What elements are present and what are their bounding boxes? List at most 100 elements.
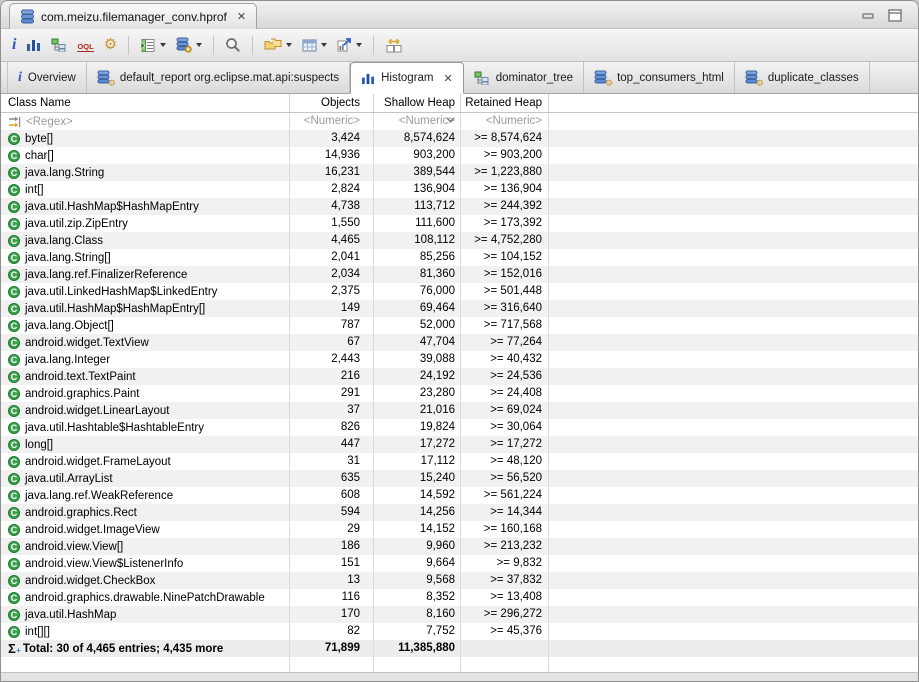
shallow-heap-cell: 8,160 xyxy=(374,606,461,623)
table-row[interactable]: C java.lang.String[] 2,041 85,256 >= 104… xyxy=(1,249,918,266)
tab-duplicate-classes[interactable]: ⚙ duplicate_classes xyxy=(735,62,870,93)
column-header-shallow-heap[interactable]: Shallow Heap xyxy=(374,94,461,112)
table-row[interactable]: C android.view.View[] 186 9,960 >= 213,2… xyxy=(1,538,918,555)
table-row[interactable]: C android.graphics.Paint 291 23,280 >= 2… xyxy=(1,385,918,402)
close-icon[interactable]: ✕ xyxy=(237,10,246,23)
table-row[interactable]: C android.text.TextPaint 216 24,192 >= 2… xyxy=(1,368,918,385)
class-icon: C xyxy=(8,184,20,196)
retained-heap-cell: >= 24,536 xyxy=(461,368,549,385)
class-name-cell-text: android.widget.TextView xyxy=(25,335,149,351)
numeric-filter-input[interactable]: <Numeric> xyxy=(290,113,374,130)
export-button[interactable] xyxy=(336,33,363,57)
table-row[interactable]: C android.widget.LinearLayout 37 21,016 … xyxy=(1,402,918,419)
table-row[interactable]: C java.util.Hashtable$HashtableEntry 826… xyxy=(1,419,918,436)
retained-heap-cell: >= 17,272 xyxy=(461,436,549,453)
shallow-heap-cell: 14,592 xyxy=(374,487,461,504)
retained-heap-cell: >= 30,064 xyxy=(461,419,549,436)
table-row[interactable]: C android.view.View$ListenerInfo 151 9,6… xyxy=(1,555,918,572)
objects-cell: 594 xyxy=(290,504,374,521)
table-row[interactable]: C android.graphics.Rect 594 14,256 >= 14… xyxy=(1,504,918,521)
numeric-filter-input[interactable]: <Numeric> xyxy=(461,113,549,130)
compare-button[interactable] xyxy=(384,33,404,57)
table-row[interactable]: C android.graphics.drawable.NinePatchDra… xyxy=(1,589,918,606)
class-name-cell-text: android.view.View[] xyxy=(25,539,123,555)
objects-cell: 31 xyxy=(290,453,374,470)
tab-label: Overview xyxy=(28,72,76,84)
table-row[interactable]: C byte[] 3,424 8,574,624 >= 8,574,624 xyxy=(1,130,918,147)
column-header-objects[interactable]: Objects xyxy=(290,94,374,112)
settings-button[interactable]: ⚙ xyxy=(103,33,118,57)
table-row[interactable]: C char[] 14,936 903,200 >= 903,200 xyxy=(1,147,918,164)
table-row[interactable]: C java.util.ArrayList 635 15,240 >= 56,5… xyxy=(1,470,918,487)
column-header-retained-heap[interactable]: Retained Heap xyxy=(461,94,549,112)
regex-filter-input[interactable]: <Regex> xyxy=(26,114,73,130)
close-icon[interactable]: ✕ xyxy=(444,72,453,85)
table-row[interactable]: C android.widget.CheckBox 13 9,568 >= 37… xyxy=(1,572,918,589)
table-row[interactable]: C java.util.HashMap$HashMapEntry[] 149 6… xyxy=(1,300,918,317)
calculator-button[interactable] xyxy=(301,33,328,57)
table-row[interactable]: C android.widget.TextView 67 47,704 >= 7… xyxy=(1,334,918,351)
shallow-heap-cell: 69,464 xyxy=(374,300,461,317)
table-row[interactable]: C java.lang.Object[] 787 52,000 >= 717,5… xyxy=(1,317,918,334)
table-row[interactable]: C java.lang.ref.FinalizerReference 2,034… xyxy=(1,266,918,283)
table-row[interactable]: C java.lang.ref.WeakReference 608 14,592… xyxy=(1,487,918,504)
objects-cell: 447 xyxy=(290,436,374,453)
table-row[interactable]: C java.lang.Class 4,465 108,112 >= 4,752… xyxy=(1,232,918,249)
oql-button[interactable]: OQL xyxy=(76,33,94,57)
class-icon: C xyxy=(8,354,20,366)
heap-actions-button[interactable] xyxy=(175,33,203,57)
minimize-icon[interactable] xyxy=(862,11,875,21)
dominator-tree-button[interactable] xyxy=(50,33,68,57)
retained-heap-cell: >= 173,392 xyxy=(461,215,549,232)
table-row[interactable]: C int[][] 82 7,752 >= 45,376 xyxy=(1,623,918,640)
query-browser-icon xyxy=(140,38,156,53)
class-name-cell-text: byte[] xyxy=(25,131,53,147)
table-row[interactable]: C int[] 2,824 136,904 >= 136,904 xyxy=(1,181,918,198)
view-tab-bar: i Overview ⚙ default_report org.eclipse.… xyxy=(1,62,918,94)
retained-heap-cell: >= 13,408 xyxy=(461,589,549,606)
table-row[interactable]: C java.lang.String 16,231 389,544 >= 1,2… xyxy=(1,164,918,181)
class-name-cell-text: android.view.View$ListenerInfo xyxy=(25,556,183,572)
table-row[interactable]: C java.lang.Integer 2,443 39,088 >= 40,4… xyxy=(1,351,918,368)
class-name-cell-text: long[] xyxy=(25,437,53,453)
tab-dominator-tree[interactable]: dominator_tree xyxy=(464,62,584,93)
table-row[interactable]: C java.util.zip.ZipEntry 1,550 111,600 >… xyxy=(1,215,918,232)
maximize-icon[interactable] xyxy=(888,9,902,22)
table-row[interactable]: C long[] 447 17,272 >= 17,272 xyxy=(1,436,918,453)
dominator-tree-icon xyxy=(474,71,490,85)
filter-icon xyxy=(8,116,21,128)
info-button[interactable]: i xyxy=(11,33,17,57)
total-retained-heap xyxy=(461,640,549,657)
numeric-filter-input[interactable]: <Numeric> xyxy=(374,113,461,130)
histogram-button[interactable] xyxy=(25,33,42,57)
tab-histogram[interactable]: Histogram ✕ xyxy=(350,62,464,94)
retained-heap-cell: >= 160,168 xyxy=(461,521,549,538)
class-name-cell-text: java.util.HashMap$HashMapEntry xyxy=(25,199,199,215)
grouping-button[interactable] xyxy=(263,33,293,57)
class-name-cell-text: android.text.TextPaint xyxy=(25,369,136,385)
shallow-heap-cell: 47,704 xyxy=(374,334,461,351)
column-header-class-name[interactable]: Class Name xyxy=(1,94,290,112)
toolbar-separator xyxy=(373,36,374,55)
class-icon: C xyxy=(8,541,20,553)
objects-cell: 787 xyxy=(290,317,374,334)
histogram-table: Class Name Objects Shallow Heap Retained… xyxy=(1,94,918,681)
class-icon: C xyxy=(8,303,20,315)
table-header: Class Name Objects Shallow Heap Retained… xyxy=(1,94,918,113)
class-icon: C xyxy=(8,150,20,162)
tab-top-consumers[interactable]: ⚙ top_consumers_html xyxy=(584,62,735,93)
class-icon: C xyxy=(8,422,20,434)
shallow-heap-cell: 81,360 xyxy=(374,266,461,283)
table-row[interactable]: C android.widget.ImageView 29 14,152 >= … xyxy=(1,521,918,538)
table-row[interactable]: C java.util.HashMap 170 8,160 >= 296,272 xyxy=(1,606,918,623)
tab-default-report[interactable]: ⚙ default_report org.eclipse.mat.api:sus… xyxy=(87,62,350,93)
class-icon: C xyxy=(8,286,20,298)
class-name-cell-text: android.widget.CheckBox xyxy=(25,573,155,589)
tab-overview[interactable]: i Overview xyxy=(7,62,87,93)
table-row[interactable]: C android.widget.FrameLayout 31 17,112 >… xyxy=(1,453,918,470)
query-browser-button[interactable] xyxy=(139,33,167,57)
editor-tab-heapdump[interactable]: com.meizu.filemanager_conv.hprof ✕ xyxy=(9,3,257,29)
search-button[interactable] xyxy=(224,33,242,57)
table-row[interactable]: C java.util.LinkedHashMap$LinkedEntry 2,… xyxy=(1,283,918,300)
table-row[interactable]: C java.util.HashMap$HashMapEntry 4,738 1… xyxy=(1,198,918,215)
